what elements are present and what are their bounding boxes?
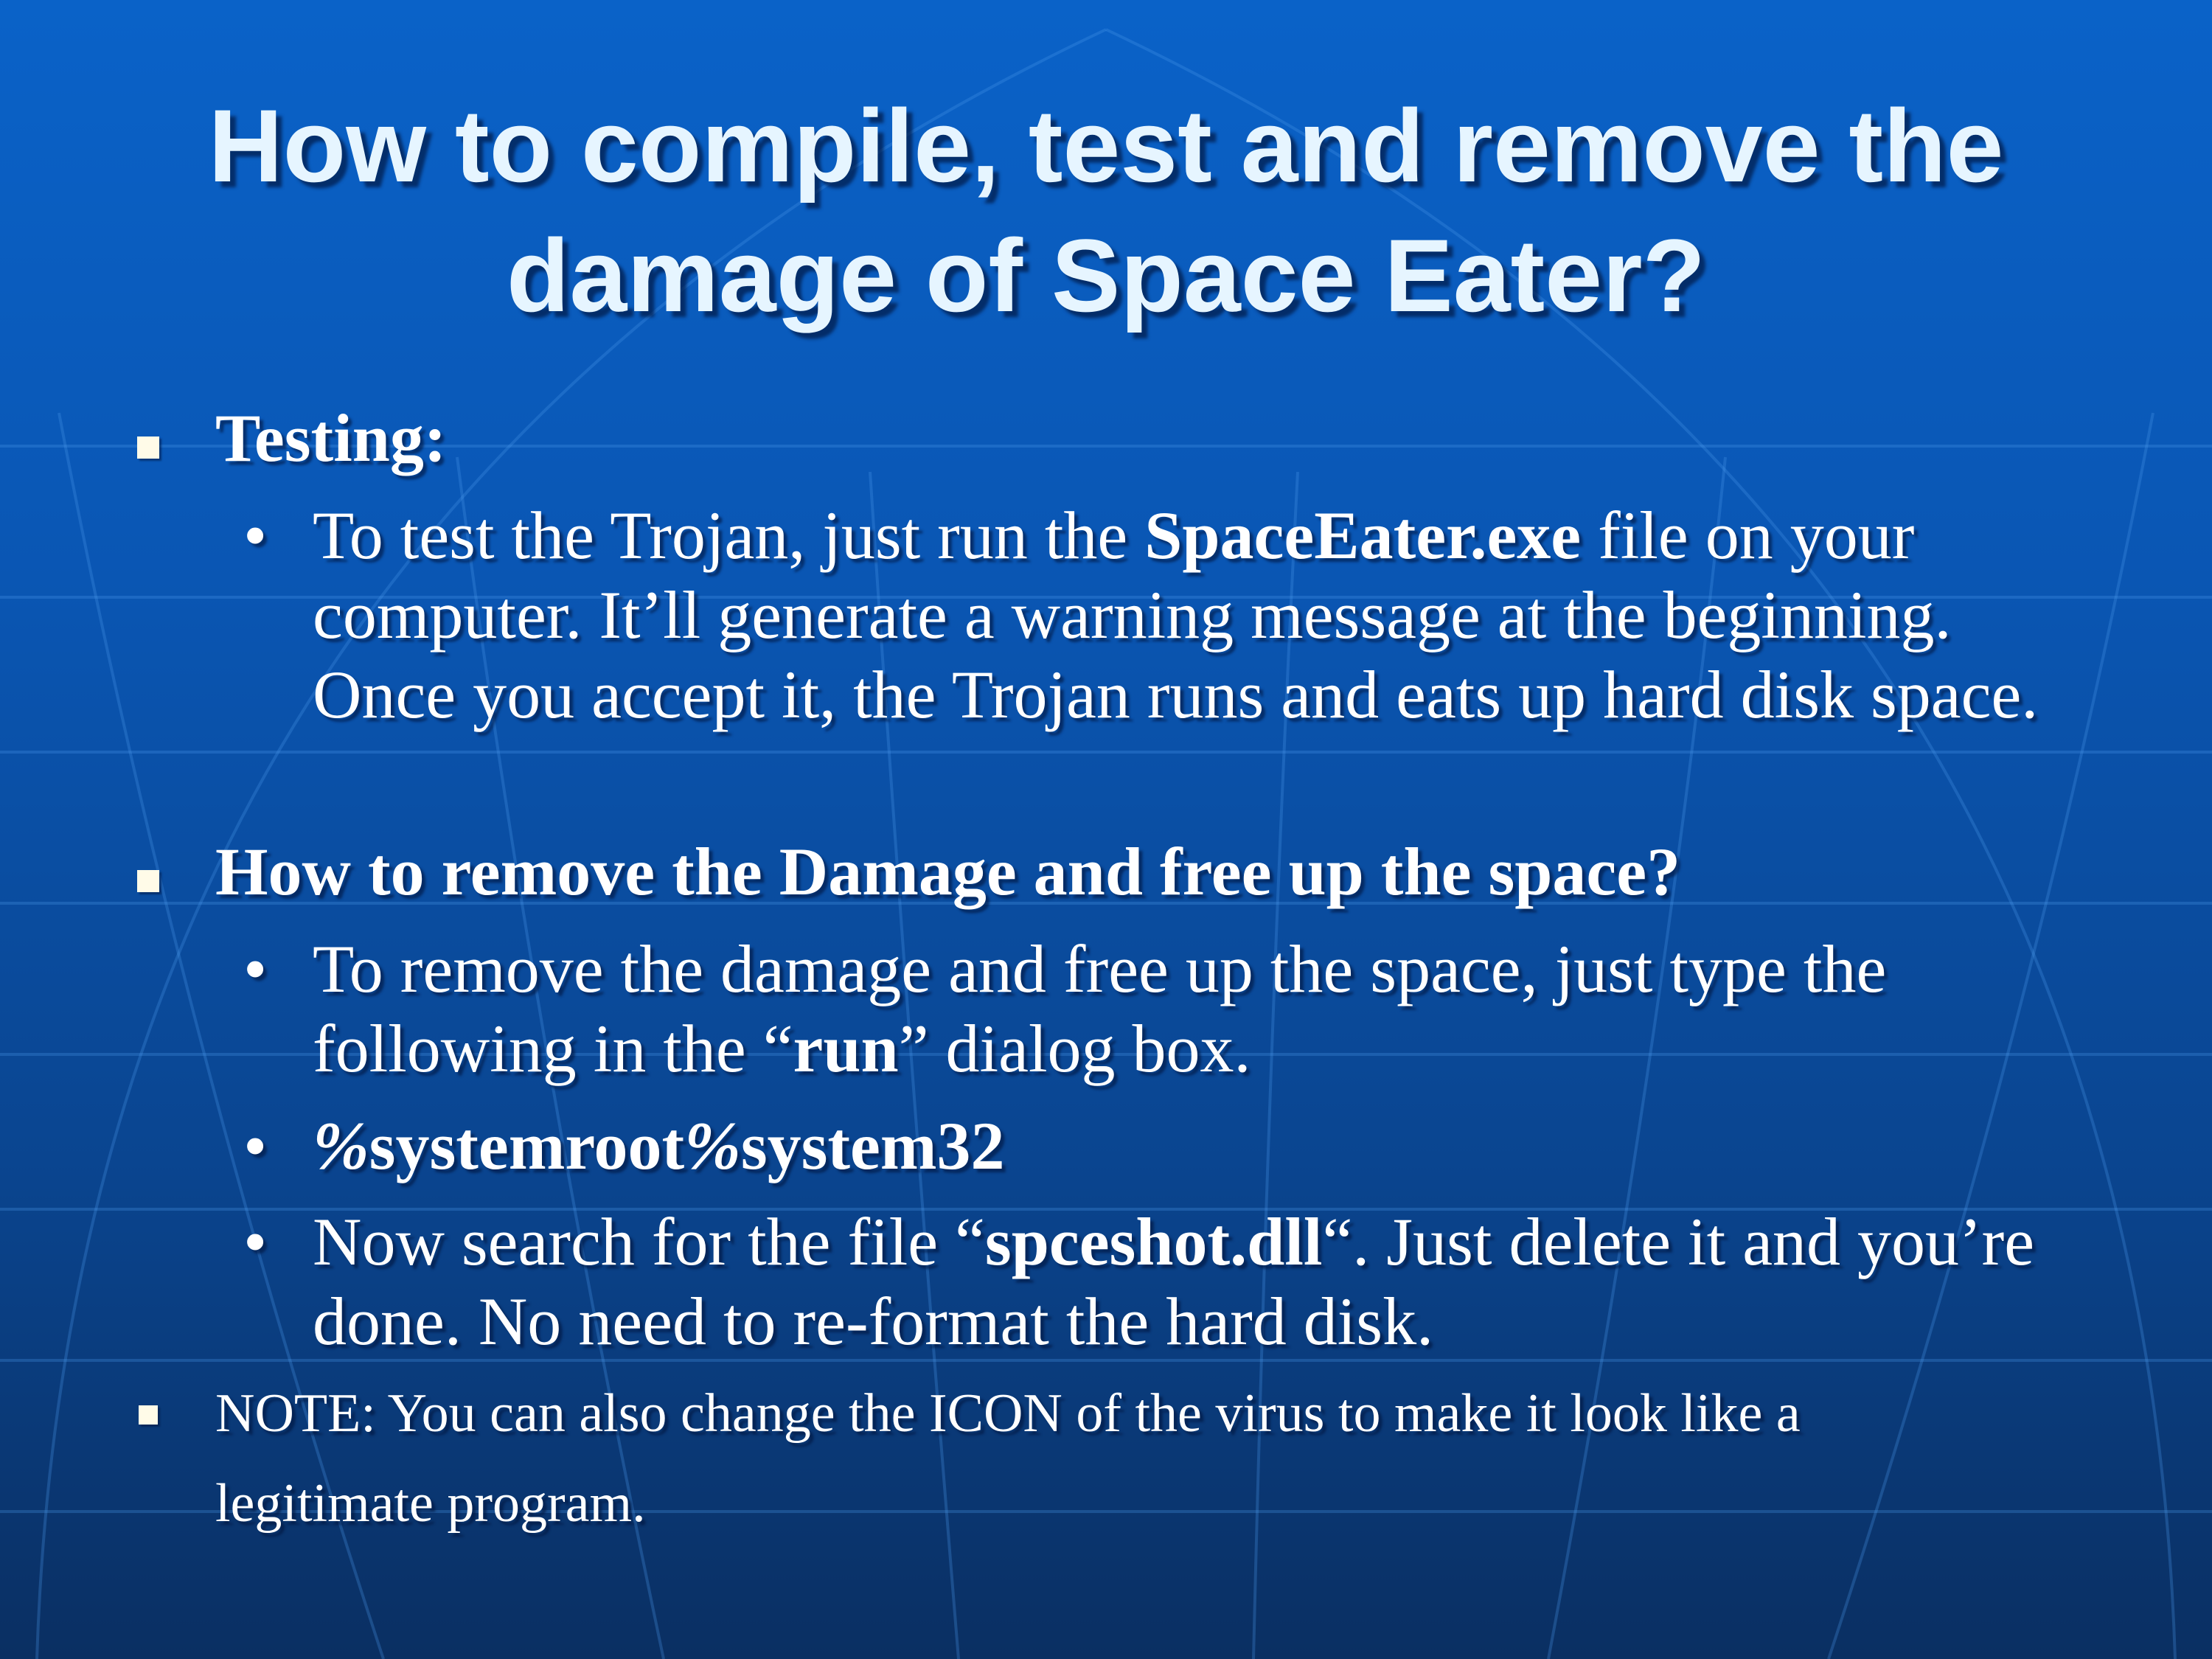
- slide-body: Testing: • To test the Trojan, just run …: [0, 0, 2212, 1659]
- round-bullet-icon: •: [243, 1204, 268, 1279]
- path-segment: system32: [740, 1108, 1005, 1183]
- percent-sign: %: [313, 1108, 369, 1183]
- path-segment: systemroot: [369, 1108, 685, 1183]
- round-bullet-icon: •: [243, 1108, 268, 1183]
- square-bullet-icon: [137, 437, 159, 459]
- round-bullet-icon: •: [243, 931, 268, 1006]
- delete-dll-instruction: Now search for the file “spceshot.dll“. …: [313, 1202, 2082, 1361]
- system-path: %systemroot%system32: [313, 1106, 2082, 1186]
- text-segment: ” dialog box.: [898, 1011, 1251, 1086]
- square-bullet-icon: [139, 1405, 158, 1425]
- run-keyword: run: [793, 1011, 899, 1086]
- exe-filename: SpaceEater.exe: [1144, 498, 1582, 573]
- dll-filename: spceshot.dll: [984, 1204, 1323, 1279]
- section-heading-removal: How to remove the Damage and free up the…: [215, 834, 1681, 909]
- percent-sign: %: [684, 1108, 741, 1183]
- text-segment: To test the Trojan, just run the: [313, 498, 1145, 573]
- square-bullet-icon: [137, 870, 159, 892]
- text-segment: Now search for the file “: [313, 1204, 985, 1279]
- testing-instruction: To test the Trojan, just run the SpaceEa…: [313, 495, 2082, 734]
- round-bullet-icon: •: [243, 498, 268, 573]
- removal-instruction: To remove the damage and free up the spa…: [313, 929, 2082, 1088]
- section-heading-testing: Testing:: [215, 400, 447, 476]
- note-text: NOTE: You can also change the ICON of th…: [215, 1383, 1801, 1534]
